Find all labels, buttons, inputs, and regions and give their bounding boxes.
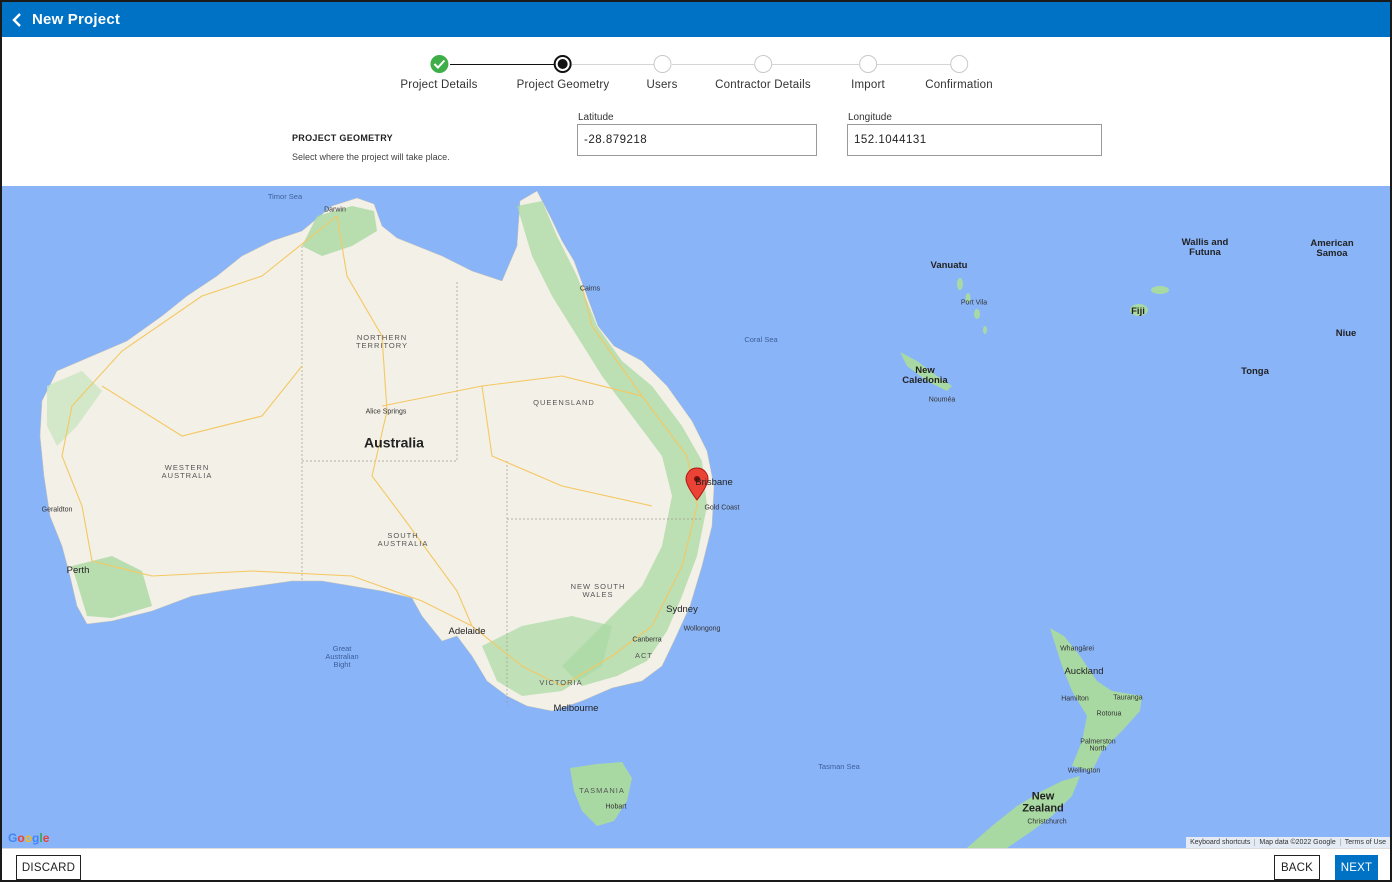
- map-label: Vanuatu: [930, 260, 968, 272]
- map-label: Australia: [364, 434, 424, 451]
- map-label: Tauranga: [1113, 694, 1143, 702]
- map-label: Timor Sea: [267, 192, 303, 202]
- step-label: Users: [646, 79, 678, 91]
- map-label: Rotorua: [1096, 710, 1122, 718]
- check-icon: [429, 55, 448, 73]
- map-label: Wallis and Futuna: [1181, 237, 1229, 258]
- step-contractor-details[interactable]: Contractor Details: [715, 52, 811, 91]
- map-label: Coral Sea: [744, 335, 778, 345]
- map-label: Gold Coast: [704, 504, 740, 512]
- map-label: WESTERN AUSTRALIA: [161, 463, 213, 480]
- map-label: American Samoa: [1310, 238, 1354, 259]
- step-active-indicator: [554, 55, 572, 73]
- map-label: Great Australian Bight: [325, 644, 359, 669]
- footer-bar: DISCARD BACK NEXT: [2, 848, 1390, 880]
- map-label: Port Vila: [960, 299, 988, 307]
- map-label: Canberra: [632, 636, 662, 644]
- map-label: Nouméa: [928, 396, 956, 404]
- longitude-label: Longitude: [848, 112, 892, 123]
- map-label: Adelaide: [448, 626, 486, 638]
- map-canvas: [39, 190, 1169, 848]
- map-data-text: Map data ©2022 Google: [1255, 839, 1341, 846]
- step-label: Project Geometry: [516, 79, 610, 91]
- map-label: Darwin: [324, 206, 346, 214]
- map-label: Melbourne: [553, 703, 599, 715]
- map-label: TASMANIA: [579, 786, 625, 796]
- step-label: Import: [851, 79, 885, 91]
- map-label: Cairns: [579, 285, 601, 293]
- map-label: Wellington: [1067, 767, 1101, 775]
- discard-button[interactable]: DISCARD: [16, 855, 81, 880]
- map-label: Auckland: [1064, 666, 1104, 678]
- map-label: Brisbane: [695, 477, 733, 489]
- top-bar: New Project: [2, 2, 1390, 37]
- google-logo: Google: [8, 831, 50, 845]
- back-button[interactable]: BACK: [1274, 855, 1320, 880]
- chevron-left-icon[interactable]: [2, 2, 32, 37]
- section-title: PROJECT GEOMETRY: [292, 133, 393, 143]
- step-label: Confirmation: [925, 79, 993, 91]
- page-title: New Project: [32, 11, 121, 28]
- map-label: ACT: [635, 651, 653, 661]
- map-label: Hamilton: [1061, 695, 1089, 703]
- map-label: NEW SOUTH WALES: [570, 582, 626, 599]
- map-label: Geraldton: [41, 506, 73, 514]
- map-label: Niue: [1335, 328, 1357, 340]
- step-indicator: [753, 55, 772, 73]
- step-project-details[interactable]: Project Details: [400, 52, 477, 91]
- step-users[interactable]: Users: [646, 52, 677, 91]
- map-label: Tasman Sea: [818, 762, 860, 772]
- step-indicator: [950, 55, 968, 73]
- next-button[interactable]: NEXT: [1335, 855, 1378, 880]
- latitude-input[interactable]: [577, 124, 817, 156]
- map-label: Palmerston North: [1080, 738, 1116, 753]
- map-attribution: Keyboard shortcuts Map data ©2022 Google…: [1186, 837, 1390, 848]
- latitude-label: Latitude: [578, 112, 614, 123]
- progress-stepper: Project Details Project Geometry Users C…: [2, 52, 1390, 100]
- map-label: Tonga: [1241, 366, 1269, 378]
- map-label: QUEENSLAND: [533, 398, 595, 408]
- keyboard-shortcuts-link[interactable]: Keyboard shortcuts: [1186, 839, 1256, 846]
- map-label: New Zealand: [1022, 790, 1064, 814]
- step-project-geometry[interactable]: Project Geometry: [517, 52, 610, 91]
- map-label: Whangārei: [1060, 645, 1094, 653]
- map-label: Christchurch: [1027, 818, 1067, 826]
- map-label: Fiji: [1131, 306, 1145, 318]
- step-indicator: [858, 55, 877, 73]
- map-label: Sydney: [666, 604, 698, 616]
- map-view[interactable]: Timor Sea Darwin Cairns NORTHERN TERRITO…: [2, 186, 1390, 848]
- step-import[interactable]: Import: [851, 52, 885, 91]
- app-window: New Project Project Details Project Geom…: [0, 0, 1392, 882]
- map-label: Perth: [66, 565, 90, 577]
- longitude-input[interactable]: [847, 124, 1102, 156]
- map-label: SOUTH AUSTRALIA: [377, 531, 429, 548]
- map-label: Wollongong: [683, 625, 721, 633]
- step-label: Contractor Details: [715, 79, 811, 91]
- step-indicator: [653, 55, 671, 73]
- terms-link[interactable]: Terms of Use: [1341, 839, 1390, 846]
- step-confirmation[interactable]: Confirmation: [925, 52, 993, 91]
- step-label: Project Details: [400, 79, 478, 91]
- map-label: NORTHERN TERRITORY: [355, 333, 409, 350]
- section-subtitle: Select where the project will take place…: [292, 152, 450, 162]
- map-label: VICTORIA: [539, 678, 583, 688]
- map-label: Hobart: [605, 803, 627, 811]
- map-label: Alice Springs: [365, 408, 407, 416]
- map-label: New Caledonia: [902, 365, 948, 386]
